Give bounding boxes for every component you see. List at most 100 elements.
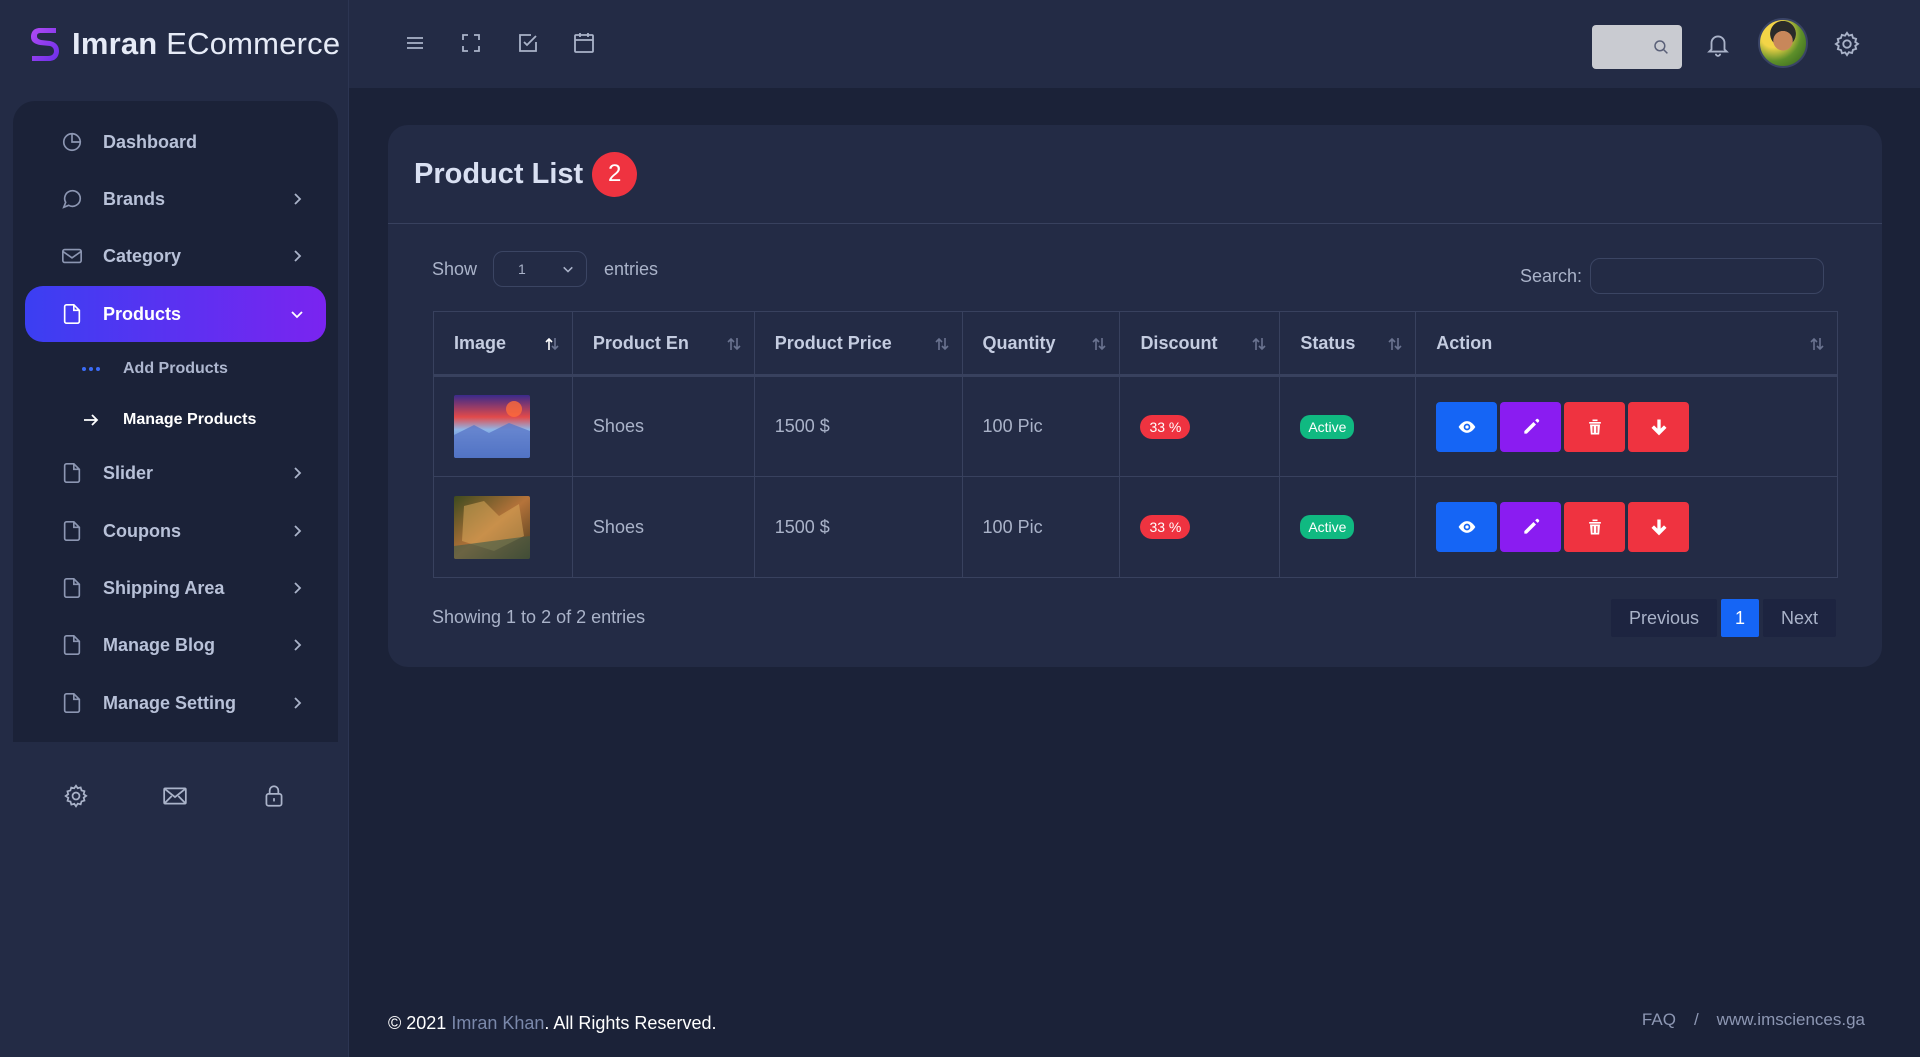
cell-product-price: 1500 $	[753, 476, 963, 578]
sort-icon	[1388, 337, 1402, 351]
submenu-item-label: Add Products	[123, 360, 228, 377]
sidebar-item-slider[interactable]: Slider	[25, 445, 326, 501]
cell-product-name: Shoes	[571, 476, 755, 578]
sidebar-item-coupons[interactable]: Coupons	[25, 503, 326, 559]
file-icon	[63, 304, 81, 324]
copyright-year: © 2021	[388, 1013, 447, 1033]
entries-select[interactable]: 1	[493, 251, 588, 287]
next-button[interactable]: Next	[1762, 599, 1836, 637]
column-header-quantity[interactable]: Quantity	[961, 311, 1121, 377]
mail-icon	[62, 248, 82, 264]
trash-icon	[1588, 419, 1601, 434]
download-button[interactable]	[1628, 401, 1690, 452]
sidebar-item-category[interactable]: Category	[25, 228, 326, 284]
sort-icon	[934, 337, 949, 351]
edit-button[interactable]	[1500, 401, 1562, 452]
file-icon	[63, 521, 81, 541]
sidebar-item-label: Products	[103, 303, 182, 324]
sidebar-item-dashboard[interactable]: Dashboard	[25, 114, 326, 170]
arrow-right-icon	[84, 414, 99, 426]
previous-button[interactable]: Previous	[1610, 599, 1717, 637]
sidebar-bottom-bar	[0, 770, 349, 822]
lock-icon[interactable]	[261, 783, 287, 809]
view-button[interactable]	[1436, 502, 1498, 552]
table-search-input[interactable]	[1590, 258, 1824, 294]
sort-icon	[1252, 337, 1266, 351]
file-icon	[63, 635, 81, 655]
chevron-right-icon	[294, 525, 302, 537]
column-header-status[interactable]: Status	[1279, 311, 1417, 377]
submenu-item-manage-products[interactable]: Manage Products	[81, 405, 256, 435]
cell-discount: 33 %	[1119, 476, 1281, 578]
search-label: Search:	[1519, 265, 1582, 286]
table-row: Shoes 1500 $ 100 Pic 33 % Active	[433, 476, 1838, 578]
product-thumbnail[interactable]	[454, 495, 530, 559]
website-link[interactable]: www.imsciences.ga	[1717, 1010, 1865, 1030]
sidebar-item-manage-blog[interactable]: Manage Blog	[25, 617, 326, 673]
file-icon	[63, 693, 81, 713]
entries-length-control: Show 1 entries	[432, 251, 658, 287]
product-list-card: Product List 2 Show 1 entries Search: Im…	[388, 125, 1882, 667]
column-header-product-price[interactable]: Product Price	[753, 311, 963, 377]
view-button[interactable]	[1436, 401, 1498, 452]
sidebar-item-manage-setting[interactable]: Manage Setting	[25, 675, 326, 731]
sidebar: Imran ECommerce Dashboard Brands Categor…	[0, 0, 349, 1057]
column-header-product-en[interactable]: Product En	[571, 311, 755, 377]
cell-actions	[1415, 375, 1838, 477]
mail-icon[interactable]	[162, 783, 188, 809]
author-link[interactable]: Imran Khan	[451, 1013, 544, 1033]
delete-button[interactable]	[1564, 502, 1626, 552]
download-button[interactable]	[1628, 502, 1690, 552]
search-icon	[1654, 40, 1668, 54]
faq-link[interactable]: FAQ	[1642, 1010, 1676, 1030]
menu-icon[interactable]	[403, 31, 427, 55]
calendar-icon[interactable]	[572, 31, 596, 55]
cell-quantity: 100 Pic	[961, 375, 1121, 477]
cell-status: Active	[1279, 476, 1417, 578]
brand[interactable]: Imran ECommerce	[28, 22, 340, 66]
column-header-discount[interactable]: Discount	[1119, 311, 1281, 377]
chevron-right-icon	[294, 639, 302, 651]
sidebar-item-label: Manage Setting	[103, 692, 237, 713]
delete-button[interactable]	[1564, 401, 1626, 452]
footer-separator: /	[1693, 1010, 1699, 1029]
product-thumbnail[interactable]	[454, 395, 530, 458]
entries-label: entries	[604, 258, 659, 279]
cell-image	[433, 375, 573, 477]
arrow-down-icon	[1651, 519, 1667, 536]
sort-icon	[1810, 337, 1824, 351]
avatar[interactable]	[1758, 18, 1808, 68]
footer-links: FAQ / www.imsciences.ga	[1642, 1010, 1865, 1030]
dots-icon	[82, 367, 100, 371]
gear-icon[interactable]	[1833, 30, 1861, 58]
sidebar-item-products[interactable]: Products	[25, 286, 326, 342]
count-badge: 2	[592, 151, 638, 197]
table-row: Shoes 1500 $ 100 Pic 33 % Active	[433, 375, 1838, 477]
sidebar-item-shipping-area[interactable]: Shipping Area	[25, 560, 326, 616]
checkbox-icon[interactable]	[516, 31, 540, 55]
pencil-icon	[1524, 418, 1539, 434]
sidebar-item-label: Shipping Area	[103, 577, 225, 598]
sidebar-item-brands[interactable]: Brands	[25, 171, 326, 227]
column-header-image[interactable]: Image	[433, 311, 573, 377]
chevron-right-icon	[294, 582, 302, 594]
gear-icon[interactable]	[63, 783, 89, 809]
sort-icon	[1092, 337, 1107, 351]
sidebar-menu: Dashboard Brands Category Products Add P…	[13, 101, 338, 742]
fullscreen-icon[interactable]	[459, 31, 483, 55]
topbar-search[interactable]	[1592, 25, 1682, 69]
column-header-action[interactable]: Action	[1415, 311, 1838, 377]
cell-product-price: 1500 $	[753, 375, 963, 477]
discount-badge: 33 %	[1140, 414, 1191, 439]
chevron-right-icon	[294, 697, 302, 709]
cell-status: Active	[1279, 375, 1417, 477]
table-info: Showing 1 to 2 of 2 entries	[432, 607, 646, 627]
sidebar-item-label: Brands	[103, 188, 166, 209]
products-table: Image Product En Product Price Quantity …	[433, 311, 1838, 578]
pie-chart-icon	[62, 132, 82, 152]
sidebar-item-label: Coupons	[103, 520, 181, 541]
bell-icon[interactable]	[1705, 31, 1731, 57]
edit-button[interactable]	[1500, 502, 1562, 552]
page-1-button[interactable]: 1	[1720, 599, 1759, 637]
submenu-item-add-products[interactable]: Add Products	[81, 354, 228, 384]
